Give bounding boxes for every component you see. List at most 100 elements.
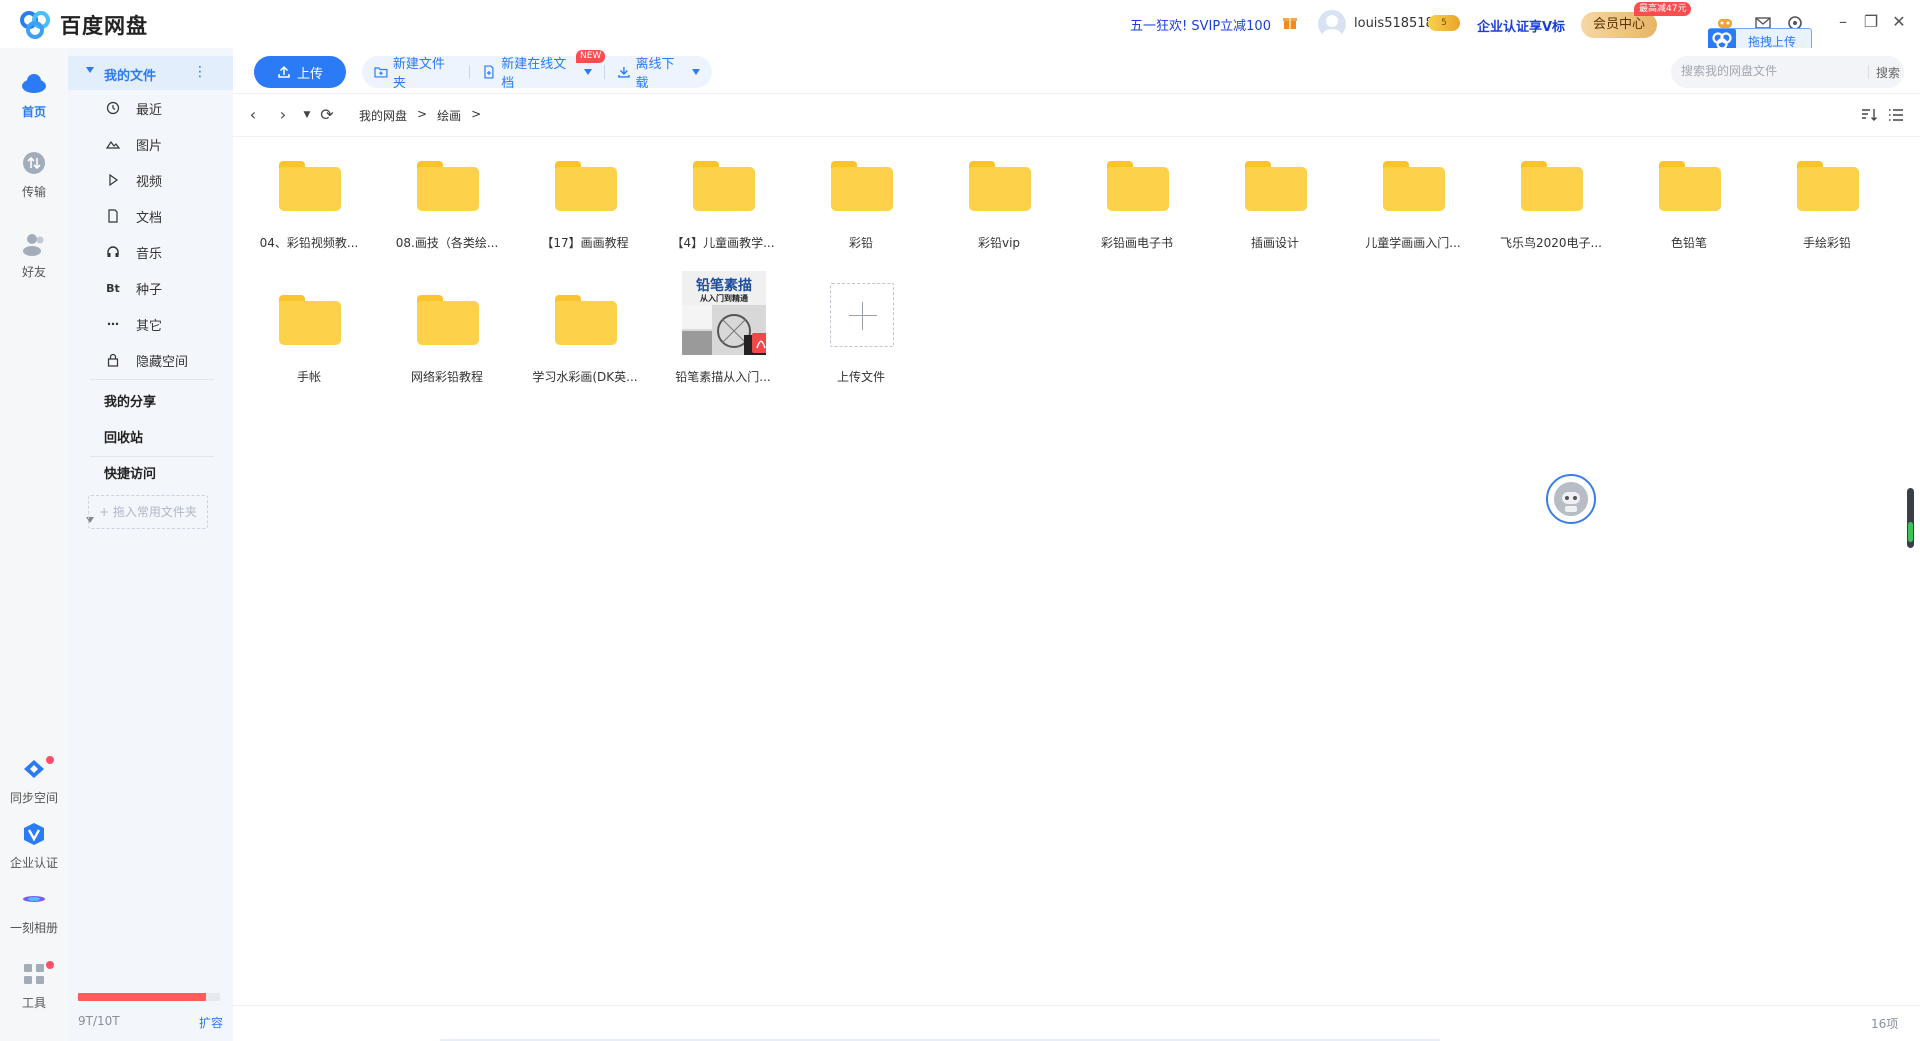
file-item[interactable]: 色铅笔 [1620, 137, 1758, 267]
folder-icon [1383, 161, 1445, 211]
notification-dot [46, 756, 54, 764]
svip-promo-link[interactable]: 五一狂欢! SVIP立减100 [1130, 15, 1271, 34]
sidebar-item-documents[interactable]: 文档 [104, 201, 224, 231]
file-item[interactable]: 飞乐鸟2020电子... [1482, 137, 1620, 267]
rail-label: 传输 [21, 185, 46, 199]
upload-button[interactable]: 上传 [254, 56, 346, 88]
app-logo[interactable]: 百度网盘 [18, 10, 148, 40]
rail-item-tools[interactable]: 工具 [0, 961, 68, 1011]
rail-label: 工具 [21, 996, 46, 1010]
storage-quota-bar [78, 993, 220, 1001]
folder-plus-icon [374, 67, 388, 78]
image-icon [105, 140, 121, 149]
username[interactable]: louis518518 [1354, 16, 1434, 31]
close-icon[interactable]: ✕ [1889, 12, 1909, 32]
rail-item-transfer[interactable]: 传输 [0, 150, 68, 200]
file-item[interactable]: 网络彩铅教程 [378, 271, 516, 401]
offline-download-button[interactable]: 离线下载 [605, 53, 712, 91]
avatar[interactable] [1318, 10, 1346, 38]
rail-item-enterprise[interactable]: 企业认证 [0, 821, 68, 871]
enterprise-cert-link[interactable]: 企业认证享V标 [1477, 16, 1565, 35]
pdf-icon [752, 333, 766, 353]
baidu-netdisk-logo-icon [20, 11, 50, 39]
sidebar-item-images[interactable]: 图片 [104, 129, 224, 159]
file-item[interactable]: 铅笔素描 从入门到精通 铅笔素描从入门... [654, 271, 792, 401]
file-name: 上传文件 [836, 370, 885, 384]
new-folder-button[interactable]: 新建文件夹 [362, 53, 469, 91]
file-name: 彩铅画电子书 [1100, 236, 1173, 250]
sidebar-item-my-share[interactable]: 我的分享 [104, 391, 156, 410]
sidebar-item-label: 音乐 [136, 246, 163, 262]
sidebar-item-other[interactable]: ⋯ 其它 [104, 309, 224, 339]
file-item[interactable]: 彩铅画电子书 [1068, 137, 1206, 267]
folder-icon [1107, 161, 1169, 211]
more-vertical-icon[interactable]: ⋮ [193, 64, 207, 80]
file-item[interactable]: 儿童学画画入门... [1344, 137, 1482, 267]
file-item[interactable]: 彩铅 [792, 137, 930, 267]
folder-icon [1659, 161, 1721, 211]
sidebar-item-hidden-space[interactable]: 隐藏空间 [104, 345, 224, 375]
search-button[interactable]: 搜索 [1876, 64, 1900, 81]
sidebar-item-label: 文档 [136, 210, 163, 226]
file-name: 彩铅 [848, 236, 873, 250]
sidebar-item-music[interactable]: 音乐 [104, 237, 224, 267]
file-item[interactable]: 08.画技（各类绘... [378, 137, 516, 267]
rail-item-sync-space[interactable]: 同步空间 [0, 756, 68, 806]
history-dropdown-icon[interactable]: ▼ [297, 105, 317, 125]
file-item[interactable]: 彩铅vip [930, 137, 1068, 267]
quick-access-drop-zone[interactable]: + 拖入常用文件夹 [88, 495, 208, 529]
back-icon[interactable]: ‹ [243, 105, 263, 125]
minimize-icon[interactable]: – [1833, 12, 1853, 32]
folder-icon [279, 295, 341, 345]
sidebar-item-recent[interactable]: 最近 [104, 93, 224, 123]
clock-icon [106, 101, 120, 115]
bt-icon: Bt [106, 281, 120, 295]
document-icon [108, 209, 118, 223]
file-item[interactable]: 【17】画画教程 [516, 137, 654, 267]
vip-discount-flag: 最高减47元 [1634, 2, 1692, 16]
caret-down-icon[interactable] [86, 67, 94, 73]
assistant-robot-button[interactable] [1546, 474, 1596, 524]
file-name: 手绘彩铅 [1802, 236, 1851, 250]
breadcrumb-current[interactable]: 绘画 [437, 107, 461, 124]
file-item[interactable]: 手帐 [240, 271, 378, 401]
file-item[interactable]: 插画设计 [1206, 137, 1344, 267]
scrollbar-indicator[interactable] [1907, 488, 1914, 548]
rail-label: 一刻相册 [9, 921, 58, 935]
rail-item-friends[interactable]: 好友 [0, 230, 68, 280]
forward-icon[interactable]: › [273, 105, 293, 125]
folder-icon [417, 295, 479, 345]
file-item[interactable]: 04、彩铅视频教... [240, 137, 378, 267]
expand-storage-link[interactable]: 扩容 [199, 1014, 223, 1031]
list-view-icon[interactable] [1887, 106, 1905, 124]
file-name: 手帐 [296, 370, 321, 384]
restore-icon[interactable]: ❐ [1861, 12, 1881, 32]
sidebar-item-label: 最近 [136, 102, 163, 118]
breadcrumb-root[interactable]: 我的网盘 [359, 107, 407, 124]
download-icon [617, 67, 630, 78]
refresh-icon[interactable]: ⟳ [317, 105, 337, 125]
sidebar-item-my-files[interactable]: 我的文件 ⋮ [68, 56, 233, 90]
sidebar-item-videos[interactable]: 视频 [104, 165, 224, 195]
thumbnail-subtitle: 从入门到精通 [700, 294, 748, 303]
gift-icon[interactable] [1282, 14, 1298, 30]
file-name: 彩铅vip [977, 236, 1021, 250]
folder-icon [693, 161, 755, 211]
rail-item-album[interactable]: 一刻相册 [0, 886, 68, 936]
file-item[interactable]: 手绘彩铅 [1758, 137, 1896, 267]
new-folder-label: 新建文件夹 [392, 57, 445, 91]
sidebar-item-torrents[interactable]: Bt 种子 [104, 273, 224, 303]
sort-icon[interactable] [1860, 106, 1878, 124]
sidebar-item-label: 隐藏空间 [136, 354, 189, 370]
search-input[interactable] [1681, 64, 1851, 78]
file-item[interactable]: 【4】儿童画教学... [654, 137, 792, 267]
rail-item-home[interactable]: 首页 [0, 70, 68, 120]
upload-file-tile[interactable]: 上传文件 [792, 271, 930, 401]
file-name: 网络彩铅教程 [410, 370, 483, 384]
sidebar-item-label: 图片 [136, 138, 163, 154]
app-title: 百度网盘 [60, 14, 148, 38]
app-window: 百度网盘 五一狂欢! SVIP立减100 louis518518 5 企业认证享… [0, 0, 1920, 1041]
quick-access-title[interactable]: 快捷访问 [104, 463, 156, 482]
file-item[interactable]: 学习水彩画(DK英... [516, 271, 654, 401]
sidebar-item-recycle-bin[interactable]: 回收站 [104, 427, 143, 446]
